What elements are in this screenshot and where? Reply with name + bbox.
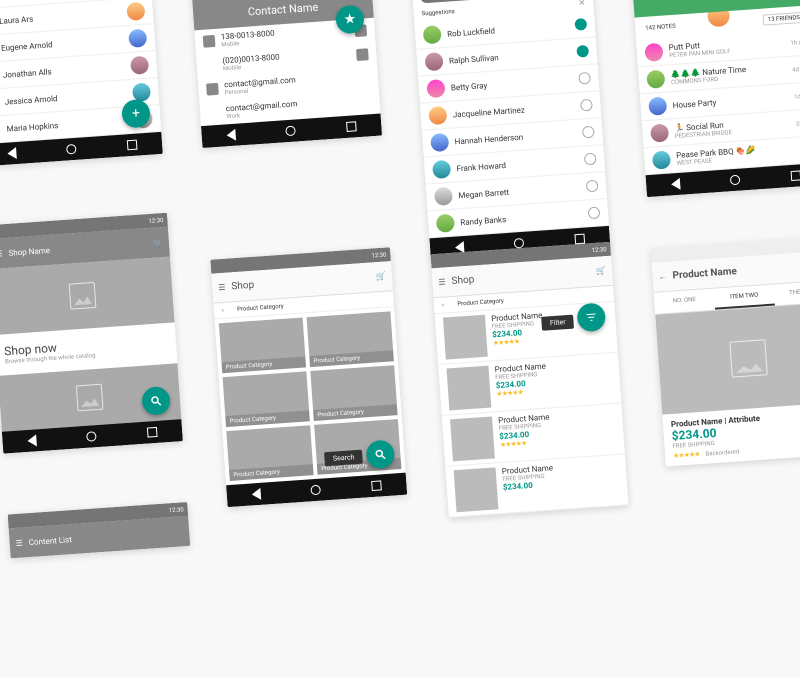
avatar [650, 124, 669, 143]
nav-home-icon[interactable] [730, 175, 741, 186]
friends-button[interactable]: 13 FRIENDS [762, 12, 800, 26]
category-tile[interactable]: Product Category [219, 317, 306, 373]
select-toggle[interactable] [588, 206, 601, 219]
product-image [450, 417, 495, 462]
avatar [426, 79, 445, 98]
product-hero-image [655, 302, 800, 414]
avatar [423, 25, 442, 44]
nav-back-icon[interactable] [226, 129, 236, 142]
cart-icon[interactable]: 🛒 [596, 266, 607, 276]
fab-tooltip: Filter [541, 315, 574, 331]
product-image [454, 467, 499, 512]
image-placeholder-icon [729, 339, 767, 377]
screen-product-detail: 12:30 ←Product Name⤴🛒 NO. ONE ITEM TWO T… [651, 236, 800, 466]
page-title: Shop [451, 274, 474, 287]
menu-icon[interactable]: ☰ [0, 249, 3, 258]
nav-home-icon[interactable] [66, 144, 77, 155]
menu-icon[interactable]: ☰ [15, 538, 23, 547]
image-placeholder-icon [69, 282, 97, 310]
screen-profile: 12:30 Mattias Duarte Header 142 NOTES 13… [629, 0, 800, 197]
screen-shop-home: 12:30 ☰Shop Name🛒 Shop now Browse throug… [0, 213, 183, 454]
tab-three[interactable]: THE THIRD [773, 280, 800, 305]
fab-tooltip: Search [325, 450, 363, 467]
screen-contacts: Matthew Russell Matías Duarte ALaura Ars… [0, 0, 163, 166]
stock-label: Backordered [705, 448, 739, 457]
nav-home-icon[interactable] [87, 431, 98, 442]
avatar [652, 150, 671, 169]
screen-product-list: 12:30 ☰Shop🛒 ‹ Product Category Product … [431, 242, 629, 518]
select-toggle[interactable] [578, 72, 591, 85]
category-tile[interactable]: Product Category [223, 371, 310, 427]
select-toggle[interactable] [584, 153, 597, 166]
page-title: Product Name [672, 266, 737, 281]
nav-back-icon[interactable] [27, 434, 37, 447]
product-image [443, 315, 488, 360]
avatar [436, 214, 455, 233]
avatar [432, 160, 451, 179]
menu-icon[interactable]: ☰ [438, 277, 446, 286]
category-tile[interactable]: Product Category [226, 425, 313, 481]
page-title: Shop [231, 280, 254, 293]
nav-home-icon[interactable] [311, 485, 322, 496]
cart-icon[interactable]: 🛒 [153, 238, 164, 248]
avatar [424, 52, 443, 71]
product-image [447, 366, 492, 411]
notes-count: 142 NOTES [645, 23, 676, 32]
avatar [430, 133, 449, 152]
menu-icon[interactable]: ☰ [218, 283, 226, 292]
phone-icon [203, 35, 216, 48]
avatar [648, 97, 667, 116]
select-toggle[interactable] [576, 45, 589, 58]
email-icon [206, 83, 219, 96]
nav-home-icon[interactable] [286, 125, 297, 136]
avatar [130, 56, 149, 75]
star-rating-icon: ★★★★★ [673, 450, 700, 460]
nav-recent-icon[interactable] [371, 480, 382, 491]
nav-back-icon[interactable] [671, 178, 681, 191]
select-toggle[interactable] [574, 18, 587, 31]
select-toggle[interactable] [582, 126, 595, 139]
screen-shop-categories: 12:30 ☰Shop🛒 ‹ Product Category Product … [210, 247, 407, 507]
category-tile[interactable]: Product Category [307, 311, 394, 367]
tab-one[interactable]: NO. ONE [654, 289, 715, 314]
avatar [646, 70, 665, 89]
nav-back-icon[interactable] [252, 488, 262, 501]
nav-recent-icon[interactable] [127, 140, 138, 151]
nav-recent-icon[interactable] [790, 170, 800, 181]
page-title: Content List [28, 535, 72, 547]
nav-back-icon[interactable] [7, 147, 17, 160]
avatar [128, 29, 147, 48]
page-title: Shop Name [8, 245, 50, 257]
nav-recent-icon[interactable] [147, 427, 158, 438]
image-placeholder-icon [76, 384, 104, 412]
screen-content-list-peek: 12:30 ☰Content List [8, 502, 191, 558]
nav-recent-icon[interactable] [346, 121, 357, 132]
select-toggle[interactable] [586, 180, 599, 193]
close-icon[interactable]: ✕ [578, 0, 585, 7]
screen-contact-detail: ✎ ⋮ Contact Name ★ 138-0013-8000Mobile (… [189, 0, 382, 148]
screen-invite: 12:30 ← Invite Friends Rob Luckfield Sug… [409, 0, 611, 260]
sms-icon[interactable] [356, 48, 369, 61]
cart-icon[interactable]: 🛒 [376, 272, 387, 282]
avatar [126, 2, 145, 21]
tab-two[interactable]: ITEM TWO [714, 285, 775, 310]
avatar [644, 43, 663, 62]
select-toggle[interactable] [580, 99, 593, 112]
avatar [434, 187, 453, 206]
back-arrow-icon[interactable]: ← [658, 272, 667, 282]
category-tile[interactable]: Product Category [310, 365, 397, 421]
avatar [428, 106, 447, 125]
